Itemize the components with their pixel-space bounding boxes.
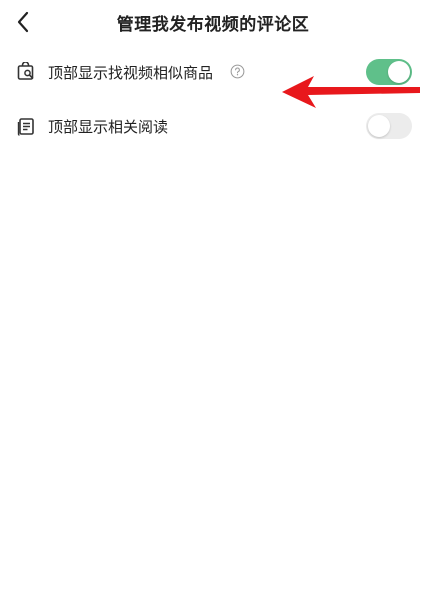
- toggle-knob: [368, 115, 390, 137]
- related-reading-toggle[interactable]: [366, 113, 412, 139]
- header-bar: 管理我发布视频的评论区: [0, 0, 426, 44]
- page-title: 管理我发布视频的评论区: [116, 15, 310, 35]
- setting-row-related-reading: 顶部显示相关阅读: [0, 106, 426, 146]
- document-icon: [17, 118, 34, 136]
- question-circle-icon[interactable]: [230, 64, 245, 79]
- red-arrow-annotation: [282, 76, 420, 108]
- shopping-bag-icon: [17, 62, 34, 80]
- setting-label-related-reading: 顶部显示相关阅读: [48, 118, 169, 136]
- setting-label-similar-products: 顶部显示找视频相似商品: [48, 64, 214, 82]
